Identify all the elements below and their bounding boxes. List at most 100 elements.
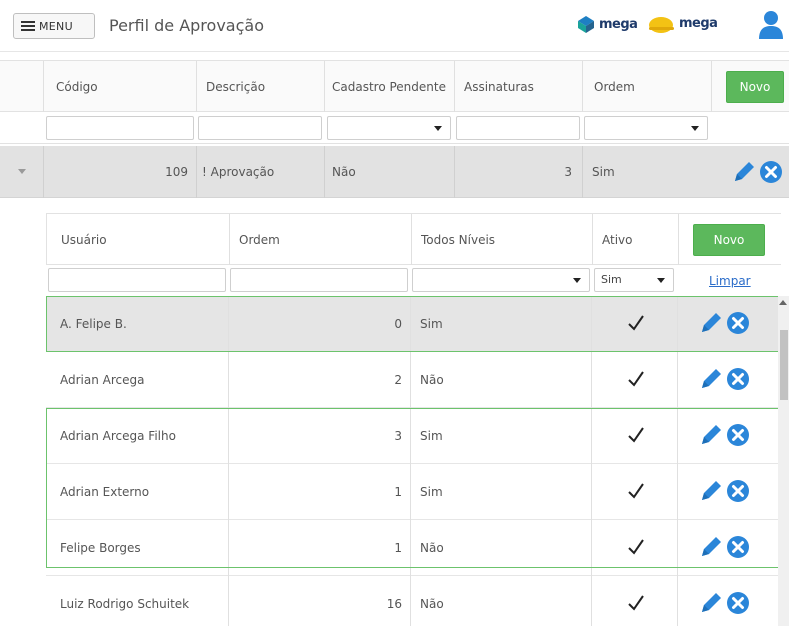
cell-ordem: 16 — [386, 597, 402, 611]
cell-ordem: 0 — [394, 317, 402, 331]
hamburger-icon — [21, 21, 35, 31]
column-header-ordem[interactable]: Ordem — [239, 214, 280, 266]
cell-ordem: 3 — [394, 429, 402, 443]
cell-todos-niveis: Não — [420, 373, 444, 387]
user-icon[interactable] — [758, 9, 784, 39]
chevron-down-icon — [434, 126, 442, 131]
row-codigo: 109 — [165, 165, 188, 179]
row-ordem: Sim — [592, 165, 615, 179]
new-profile-button[interactable]: Novo — [726, 71, 784, 103]
close-circle-icon[interactable] — [726, 423, 750, 447]
brand-word-1: mega — [599, 16, 638, 32]
table-row[interactable]: Adrian Arcega 2 Não — [46, 352, 781, 408]
column-header-assinaturas[interactable]: Assinaturas — [464, 61, 534, 113]
column-header-ativo[interactable]: Ativo — [602, 214, 632, 266]
pencil-icon[interactable] — [698, 310, 724, 336]
scroll-up-icon[interactable] — [779, 300, 787, 305]
helmet-icon — [649, 17, 674, 33]
close-circle-icon[interactable] — [726, 367, 750, 391]
checkmark-icon — [628, 315, 644, 331]
scrollbar-thumb[interactable] — [780, 330, 788, 400]
cell-ordem: 1 — [394, 485, 402, 499]
row-actions — [698, 534, 750, 560]
table-row[interactable]: A. Felipe B. 0 Sim — [46, 296, 781, 352]
cell-todos-niveis: Sim — [420, 485, 443, 499]
checkmark-icon — [628, 427, 644, 443]
close-circle-icon[interactable] — [726, 535, 750, 559]
pencil-icon[interactable] — [698, 590, 724, 616]
cell-todos-niveis: Não — [420, 541, 444, 555]
cell-usuario: Adrian Arcega — [60, 373, 145, 387]
pencil-icon[interactable] — [698, 534, 724, 560]
row-actions — [698, 310, 750, 336]
row-actions — [698, 366, 750, 392]
grid-header: Código Descrição Cadastro Pendente Assin… — [0, 60, 789, 113]
filter-descricao-input[interactable] — [198, 116, 322, 140]
pencil-icon[interactable] — [698, 478, 724, 504]
filter-codigo-input[interactable] — [46, 116, 194, 140]
close-circle-icon[interactable] — [726, 591, 750, 615]
close-circle-icon[interactable] — [726, 479, 750, 503]
chevron-down-icon — [657, 278, 665, 283]
subgrid-filter-row: Sim Limpar — [46, 265, 781, 295]
filter-ativo-select[interactable]: Sim — [594, 268, 674, 292]
clear-filters-link[interactable]: Limpar — [709, 274, 751, 288]
pencil-icon[interactable] — [731, 159, 757, 185]
column-header-descricao[interactable]: Descrição — [206, 61, 265, 113]
brand-word-2: mega — [679, 15, 718, 31]
filter-cadastro-pendente-select[interactable] — [327, 116, 451, 140]
close-circle-icon[interactable] — [759, 160, 783, 184]
brand-logo-1: mega — [576, 14, 638, 34]
row-actions — [731, 159, 783, 185]
cell-usuario: A. Felipe B. — [60, 317, 127, 331]
brand-logo-2: mega — [648, 12, 718, 34]
checkmark-icon — [628, 371, 644, 387]
row-cadastro-pendente: Não — [332, 165, 356, 179]
chevron-down-icon — [691, 126, 699, 131]
row-descricao: ! Aprovação — [202, 165, 275, 179]
filter-ativo-value: Sim — [601, 273, 622, 286]
row-actions — [698, 590, 750, 616]
new-user-button[interactable]: Novo — [693, 224, 765, 256]
table-row[interactable]: Adrian Arcega Filho 3 Sim — [46, 408, 781, 464]
checkmark-icon — [628, 595, 644, 611]
column-header-ordem[interactable]: Ordem — [594, 61, 635, 113]
menu-button[interactable]: MENU — [13, 13, 95, 39]
column-header-todos-niveis[interactable]: Todos Níveis — [421, 214, 495, 266]
cell-usuario: Adrian Arcega Filho — [60, 429, 176, 443]
column-header-codigo[interactable]: Código — [56, 61, 98, 113]
cell-todos-niveis: Não — [420, 597, 444, 611]
chevron-down-icon — [573, 278, 581, 283]
table-row[interactable]: Adrian Externo 1 Sim — [46, 464, 781, 520]
row-assinaturas: 3 — [564, 165, 572, 179]
page-title: Perfil de Aprovação — [109, 16, 264, 35]
cell-ordem: 2 — [394, 373, 402, 387]
filter-usuario-input[interactable] — [48, 268, 226, 292]
filter-todos-niveis-select[interactable] — [412, 268, 590, 292]
subgrid-header: Usuário Ordem Todos Níveis Ativo Novo — [46, 213, 781, 266]
cell-usuario: Adrian Externo — [60, 485, 150, 499]
filter-ordem-select[interactable] — [584, 116, 708, 140]
cell-todos-niveis: Sim — [420, 317, 443, 331]
pencil-icon[interactable] — [698, 422, 724, 448]
grid-filter-row — [0, 112, 789, 144]
column-header-usuario[interactable]: Usuário — [61, 214, 107, 266]
row-actions — [698, 422, 750, 448]
cell-usuario: Luiz Rodrigo Schuitek — [60, 597, 190, 611]
table-row[interactable]: Felipe Borges 1 Não — [46, 520, 781, 576]
cell-todos-niveis: Sim — [420, 429, 443, 443]
cell-usuario: Felipe Borges — [60, 541, 141, 555]
table-row[interactable]: Luiz Rodrigo Schuitek 16 Não — [46, 576, 781, 626]
filter-assinaturas-input[interactable] — [456, 116, 580, 140]
checkmark-icon — [628, 539, 644, 555]
checkmark-icon — [628, 483, 644, 499]
close-circle-icon[interactable] — [726, 311, 750, 335]
chevron-down-icon[interactable] — [17, 168, 27, 176]
table-row[interactable]: 109 ! Aprovação Não 3 Sim — [0, 146, 789, 198]
pencil-icon[interactable] — [698, 366, 724, 392]
filter-ordem-input[interactable] — [230, 268, 408, 292]
row-actions — [698, 478, 750, 504]
column-header-cadastro-pendente[interactable]: Cadastro Pendente — [332, 61, 446, 113]
brand-mark-icon — [578, 16, 594, 33]
cell-ordem: 1 — [394, 541, 402, 555]
